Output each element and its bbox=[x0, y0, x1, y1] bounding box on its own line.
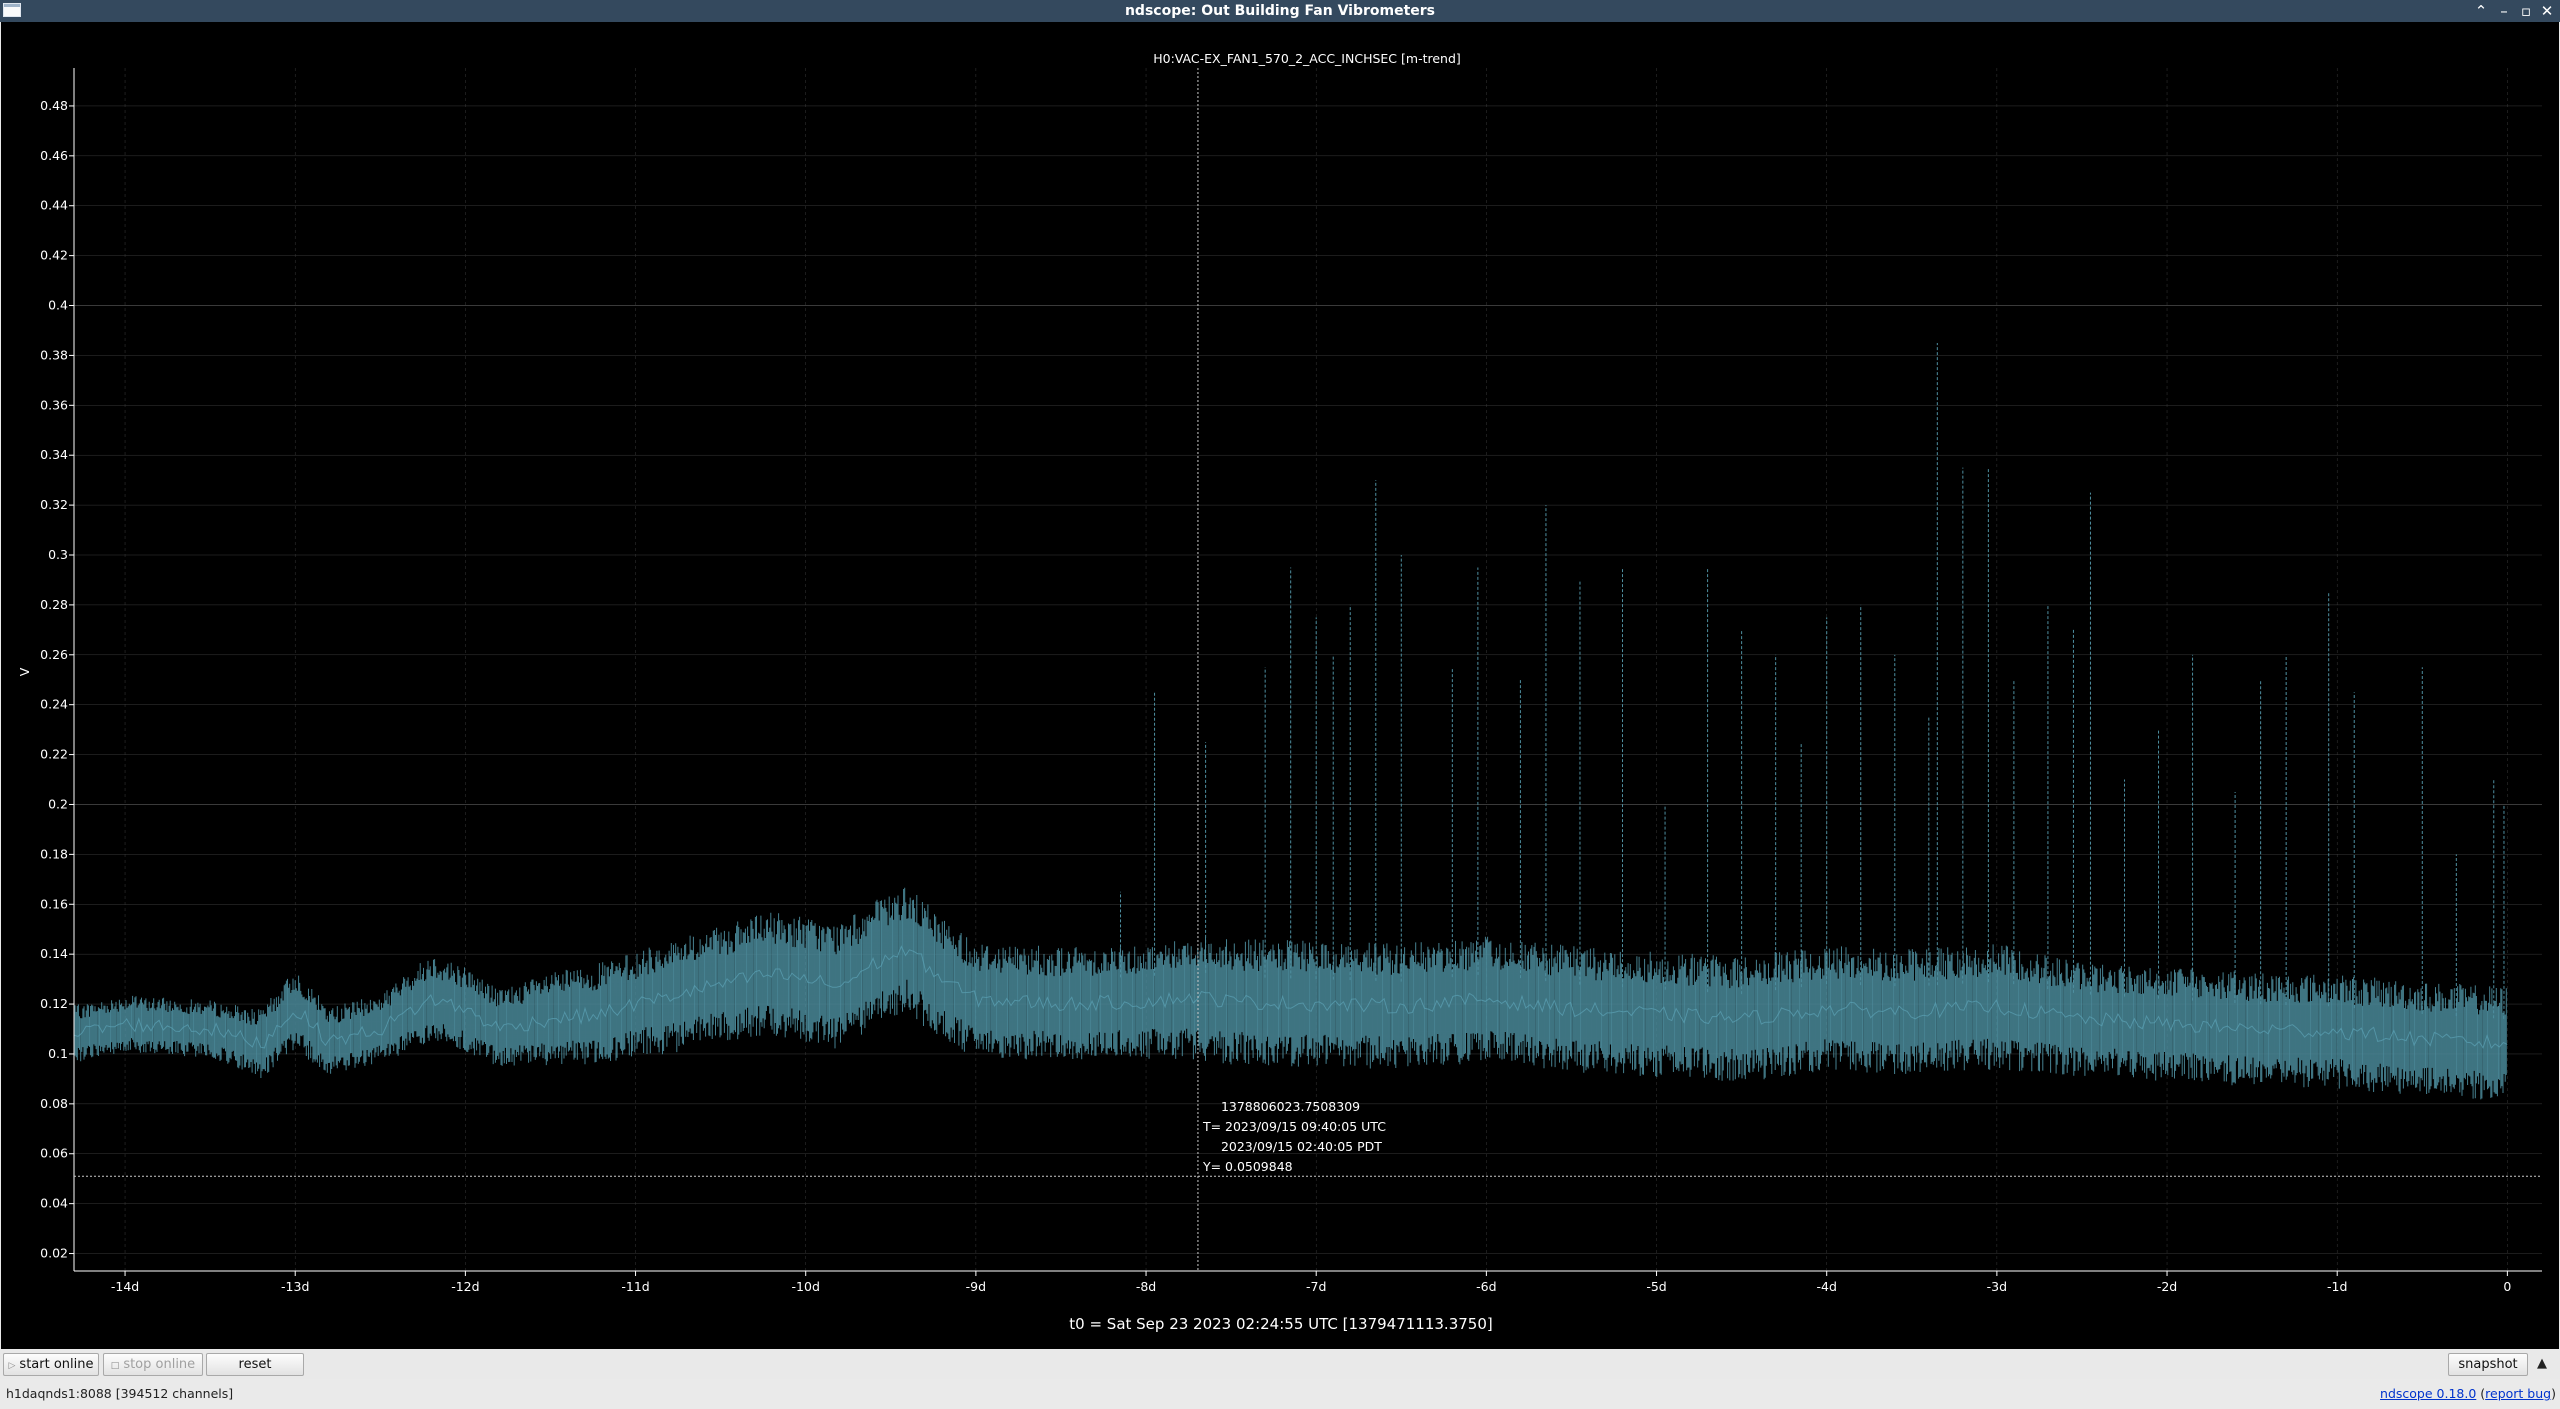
x-tick-label: -1d bbox=[2327, 1279, 2347, 1294]
y-tick-label: 0.36 bbox=[40, 397, 68, 412]
x-tick-label: -3d bbox=[1987, 1279, 2007, 1294]
y-ticks: 0.02 0.04 0.06 0.08 0.1 0.12 0.14 0.16 0.18 0.2 0.… bbox=[40, 98, 74, 1261]
x-ticks: -14d -13d -12d -11d -10d -9d -8d -7d -6d -5d -4d -3… bbox=[111, 1271, 2511, 1294]
control-bar: ▷ start online □ stop online reset snapsho… bbox=[0, 1349, 2560, 1379]
x-tick-label: -5d bbox=[1646, 1279, 1666, 1294]
x-tick-label: -7d bbox=[1306, 1279, 1326, 1294]
y-tick-label: 0.08 bbox=[40, 1096, 68, 1111]
y-tick-label: 0.26 bbox=[40, 647, 68, 662]
window-title: ndscope: Out Building Fan Vibrometers bbox=[1124, 3, 1436, 19]
cursor-utc-time: T= 2023/09/15 09:40:05 UTC bbox=[1202, 1119, 1386, 1134]
x-tick-label: -2d bbox=[2157, 1279, 2177, 1294]
stop-online-label: stop online bbox=[123, 1357, 196, 1372]
expand-up-icon[interactable]: ▲ bbox=[2532, 1354, 2552, 1374]
y-tick-label: 0.28 bbox=[40, 597, 68, 612]
y-tick-label: 0.3 bbox=[48, 547, 68, 562]
status-bar: h1daqnds1:8088 [394512 channels] ndscope… bbox=[0, 1379, 2560, 1409]
x-tick-label: -12d bbox=[451, 1279, 479, 1294]
grid-lines bbox=[74, 68, 2542, 1271]
y-axis-label: V bbox=[17, 667, 32, 676]
server-status: h1daqnds1:8088 [394512 channels] bbox=[6, 1386, 234, 1401]
y-tick-label: 0.44 bbox=[40, 198, 68, 213]
y-tick-label: 0.42 bbox=[40, 248, 68, 263]
cursor-y-value: Y= 0.0509848 bbox=[1202, 1159, 1293, 1174]
y-tick-label: 0.38 bbox=[40, 347, 68, 362]
x-tick-label: -10d bbox=[792, 1279, 820, 1294]
version-link[interactable]: ndscope 0.18.0 bbox=[2380, 1386, 2476, 1401]
trace-envelope bbox=[73, 887, 2507, 1100]
x-tick-label: -9d bbox=[966, 1279, 986, 1294]
trace-series bbox=[73, 342, 2508, 1100]
report-bug-link[interactable]: report bug bbox=[2485, 1386, 2551, 1401]
y-tick-label: 0.46 bbox=[40, 148, 68, 163]
y-tick-label: 0.04 bbox=[40, 1196, 68, 1211]
channel-title: H0:VAC-EX_FAN1_570_2_ACC_INCHSEC [m-tren… bbox=[1153, 51, 1461, 66]
y-tick-label: 0.14 bbox=[40, 946, 68, 961]
play-icon: ▷ bbox=[8, 1361, 16, 1371]
y-tick-label: 0.32 bbox=[40, 497, 68, 512]
x-tick-label: -13d bbox=[281, 1279, 309, 1294]
t0-label: t0 = Sat Sep 23 2023 02:24:55 UTC [13794… bbox=[1069, 1315, 1492, 1333]
plot-area[interactable]: 0.02 0.04 0.06 0.08 0.1 0.12 0.14 0.16 0.18 0.2 0.… bbox=[1, 22, 2559, 1349]
y-tick-label: 0.2 bbox=[48, 796, 68, 811]
crosshair-cursor[interactable] bbox=[74, 68, 2542, 1271]
y-tick-label: 0.4 bbox=[48, 298, 68, 313]
x-tick-label: -6d bbox=[1476, 1279, 1496, 1294]
reset-button[interactable]: reset bbox=[206, 1353, 304, 1376]
x-tick-label: -14d bbox=[111, 1279, 139, 1294]
y-tick-label: 0.16 bbox=[40, 896, 68, 911]
y-tick-label: 0.1 bbox=[48, 1046, 68, 1061]
stop-online-button[interactable]: □ stop online bbox=[103, 1353, 203, 1376]
y-tick-label: 0.22 bbox=[40, 747, 68, 762]
version-info: ndscope 0.18.0 (report bug) bbox=[2380, 1386, 2556, 1401]
y-tick-label: 0.02 bbox=[40, 1246, 68, 1261]
maximize-icon[interactable]: ▫ bbox=[2515, 0, 2537, 22]
start-online-label: start online bbox=[19, 1357, 94, 1372]
window-titlebar: ndscope: Out Building Fan Vibrometers ⌃ … bbox=[0, 0, 2560, 22]
y-tick-label: 0.34 bbox=[40, 447, 68, 462]
x-tick-label: -4d bbox=[1817, 1279, 1837, 1294]
y-tick-label: 0.24 bbox=[40, 697, 68, 712]
x-tick-label: -11d bbox=[621, 1279, 649, 1294]
minimize-icon[interactable]: – bbox=[2493, 0, 2515, 22]
cursor-pdt-time: 2023/09/15 02:40:05 PDT bbox=[1221, 1139, 1382, 1154]
shade-icon[interactable]: ⌃ bbox=[2470, 0, 2492, 22]
plot-canvas[interactable]: 0.02 0.04 0.06 0.08 0.1 0.12 0.14 0.16 0.18 0.2 0.… bbox=[1, 22, 2559, 1349]
stop-icon: □ bbox=[110, 1361, 120, 1371]
y-tick-label: 0.06 bbox=[40, 1146, 68, 1161]
y-tick-label: 0.48 bbox=[40, 98, 68, 113]
snapshot-button[interactable]: snapshot bbox=[2448, 1353, 2528, 1376]
cursor-gps-time: 1378806023.7508309 bbox=[1221, 1099, 1360, 1114]
x-tick-label: -8d bbox=[1136, 1279, 1156, 1294]
y-tick-label: 0.12 bbox=[40, 996, 68, 1011]
y-tick-label: 0.18 bbox=[40, 846, 68, 861]
start-online-button[interactable]: ▷ start online bbox=[3, 1353, 99, 1376]
close-icon[interactable]: ✕ bbox=[2536, 0, 2558, 22]
x-tick-label: 0 bbox=[2503, 1279, 2511, 1294]
axes bbox=[73, 68, 2542, 1272]
cursor-readout: 1378806023.7508309 T= 2023/09/15 09:40:0… bbox=[1202, 1099, 1386, 1174]
